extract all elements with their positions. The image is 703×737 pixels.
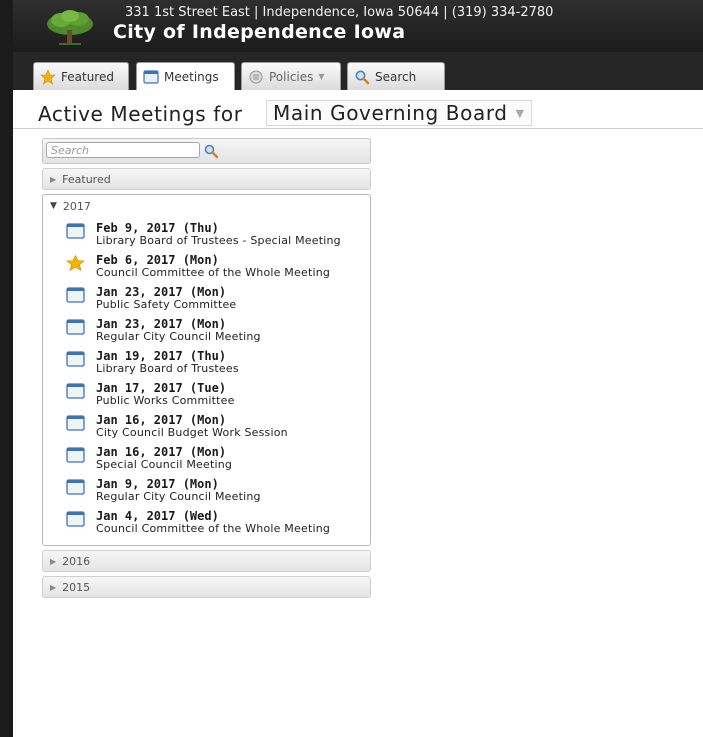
page-title-bar: Active Meetings for Main Governing Board… [13, 90, 703, 129]
meeting-date[interactable]: Jan 4, 2017 (Wed) [96, 509, 360, 523]
search-input[interactable] [46, 142, 200, 158]
site-header: 331 1st Street East | Independence, Iowa… [13, 0, 703, 52]
search-bar [42, 138, 371, 164]
tab-label: Meetings [164, 69, 219, 84]
search-icon [355, 70, 370, 84]
meeting-name[interactable]: Library Board of Trustees [96, 363, 360, 375]
tab-meetings[interactable]: Meetings [136, 62, 235, 90]
accordion-2016[interactable]: ▶ 2016 [42, 550, 371, 572]
meeting-list: Feb 9, 2017 (Thu) Library Board of Truste… [43, 217, 370, 545]
meeting-item[interactable]: Feb 6, 2017 (Mon) Council Committee of th… [43, 253, 370, 279]
meeting-item[interactable]: Jan 17, 2017 (Tue) Public Works Committee [43, 381, 370, 407]
chevron-down-icon: ▼ [50, 201, 57, 211]
search-icon[interactable] [203, 143, 219, 159]
meeting-name[interactable]: City Council Budget Work Session [96, 427, 360, 439]
meeting-date[interactable]: Jan 23, 2017 (Mon) [96, 285, 360, 299]
accordion-label: 2015 [62, 580, 91, 594]
meeting-name[interactable]: Regular City Council Meeting [96, 331, 360, 343]
calendar-icon [66, 287, 85, 303]
meeting-name[interactable]: Special Council Meeting [96, 459, 360, 471]
calendar-icon [143, 69, 159, 84]
meeting-name[interactable]: Regular City Council Meeting [96, 491, 360, 503]
meeting-name[interactable]: Library Board of Trustees - Special Meet… [96, 235, 360, 247]
meeting-item[interactable]: Jan 9, 2017 (Mon) Regular City Council Me… [43, 477, 370, 503]
policies-icon [249, 70, 263, 83]
chevron-right-icon: ▶ [50, 582, 57, 592]
star-icon [66, 255, 85, 271]
board-select-value: Main Governing Board [273, 101, 508, 125]
meeting-item[interactable]: Jan 4, 2017 (Wed) Council Committee of th… [43, 509, 370, 535]
meeting-item[interactable]: Jan 23, 2017 (Mon) Public Safety Committe… [43, 285, 370, 311]
meeting-item[interactable]: Jan 23, 2017 (Mon) Regular City Council M… [43, 317, 370, 343]
calendar-icon [66, 223, 85, 239]
meeting-item[interactable]: Feb 9, 2017 (Thu) Library Board of Truste… [43, 221, 370, 247]
meeting-date[interactable]: Feb 6, 2017 (Mon) [96, 253, 360, 267]
tab-search[interactable]: Search [347, 62, 445, 90]
tab-policies[interactable]: Policies ▼ [241, 62, 341, 90]
meeting-name[interactable]: Public Works Committee [96, 395, 360, 407]
tab-bar: Featured Meetings Policies ▼ Search [13, 52, 703, 90]
calendar-icon [66, 415, 85, 431]
meeting-date[interactable]: Jan 19, 2017 (Thu) [96, 349, 360, 363]
meeting-date[interactable]: Jan 17, 2017 (Tue) [96, 381, 360, 395]
meeting-name[interactable]: Public Safety Committee [96, 299, 360, 311]
tab-label: Policies [269, 69, 314, 84]
meeting-date[interactable]: Jan 16, 2017 (Mon) [96, 413, 360, 427]
page-title: Active Meetings for [38, 102, 243, 126]
chevron-down-icon: ▼ [515, 106, 525, 120]
calendar-icon [66, 511, 85, 527]
chevron-right-icon: ▶ [50, 174, 57, 184]
header-address: 331 1st Street East | Independence, Iowa… [125, 5, 554, 20]
site-title[interactable]: City of Independence Iowa [113, 21, 405, 43]
tab-featured[interactable]: Featured [33, 62, 129, 90]
meeting-date[interactable]: Jan 9, 2017 (Mon) [96, 477, 360, 491]
tab-label: Search [375, 69, 417, 84]
star-icon [40, 68, 56, 85]
meeting-date[interactable]: Jan 23, 2017 (Mon) [96, 317, 360, 331]
accordion-2017: ▼ 2017 Feb 9, 2017 (Thu) Library Board of… [42, 194, 371, 546]
calendar-icon [66, 479, 85, 495]
meetings-panel: ▶ Featured ▼ 2017 Feb 9, 2017 (Thu)Libra… [42, 138, 371, 598]
tree-logo-icon [47, 10, 93, 45]
accordion-header-2017[interactable]: ▼ 2017 [43, 195, 370, 217]
chevron-right-icon: ▶ [50, 556, 57, 566]
accordion-label: 2016 [62, 554, 91, 568]
meeting-name[interactable]: Council Committee of the Whole Meeting [96, 267, 360, 279]
calendar-icon [66, 351, 85, 367]
calendar-icon [66, 319, 85, 335]
tab-label: Featured [61, 69, 114, 84]
meeting-date[interactable]: Feb 9, 2017 (Thu) [96, 221, 360, 235]
accordion-label: Featured [62, 172, 111, 186]
meeting-item[interactable]: Jan 19, 2017 (Thu) Library Board of Trust… [43, 349, 370, 375]
meeting-date[interactable]: Jan 16, 2017 (Mon) [96, 445, 360, 459]
meeting-name[interactable]: Council Committee of the Whole Meeting [96, 523, 360, 535]
calendar-icon [66, 383, 85, 399]
meeting-item[interactable]: Jan 16, 2017 (Mon) City Council Budget Wo… [43, 413, 370, 439]
left-rail [0, 0, 13, 737]
accordion-2015[interactable]: ▶ 2015 [42, 576, 371, 598]
calendar-icon [66, 447, 85, 463]
accordion-featured[interactable]: ▶ Featured [42, 168, 371, 190]
board-select[interactable]: Main Governing Board ▼ [266, 100, 532, 126]
meeting-item[interactable]: Jan 16, 2017 (Mon) Special Council Meetin… [43, 445, 370, 471]
chevron-down-icon: ▼ [318, 72, 325, 81]
accordion-label: 2017 [62, 199, 91, 213]
